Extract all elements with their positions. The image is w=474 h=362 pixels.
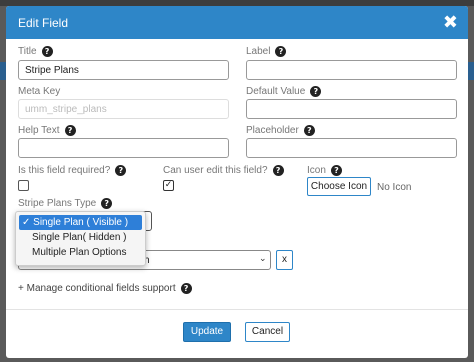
label-label-row: Label ?	[246, 46, 287, 57]
label-label: Label	[246, 46, 271, 57]
title-label: Title	[18, 46, 37, 57]
help-icon[interactable]: ?	[180, 283, 192, 294]
user-editable-label-row: Can user edit this field? ?	[163, 165, 284, 176]
required-label: Is this field required?	[18, 165, 111, 176]
manage-conditional-link[interactable]: + Manage conditional fields support ?	[18, 283, 192, 294]
help-icon[interactable]: ?	[41, 46, 53, 57]
placeholder-label-row: Placeholder ?	[246, 125, 315, 136]
edit-field-modal: Edit Field ✖ Title ? Stripe Plans Label …	[6, 6, 468, 358]
chevron-down-icon: ⌄	[259, 254, 267, 264]
help-icon[interactable]: ?	[275, 46, 287, 57]
modal-header: Edit Field ✖	[6, 6, 468, 39]
backdrop-right-edge	[468, 62, 474, 80]
modal-title: Edit Field	[18, 16, 69, 30]
meta-key-label-row: Meta Key	[18, 86, 60, 97]
close-icon[interactable]: ✖	[443, 12, 458, 33]
help-text-label: Help Text	[18, 125, 60, 136]
help-icon[interactable]: ?	[310, 86, 322, 97]
required-checkbox[interactable]	[18, 180, 29, 191]
meta-key-input: umm_stripe_plans	[18, 99, 229, 119]
manage-conditional-label[interactable]: + Manage conditional fields support	[18, 283, 176, 294]
user-editable-checkbox[interactable]: ✓	[163, 180, 174, 191]
default-value-input[interactable]	[246, 99, 457, 119]
help-icon[interactable]: ?	[272, 165, 284, 176]
update-button[interactable]: Update	[183, 322, 231, 342]
help-icon[interactable]: ?	[115, 165, 127, 176]
help-icon[interactable]: ?	[330, 165, 342, 176]
plans-type-label: Stripe Plans Type	[18, 198, 97, 209]
option-single-plan-visible[interactable]: ✓ Single Plan ( Visible )	[19, 215, 142, 230]
option-multiple-plan-options[interactable]: Multiple Plan Options	[19, 245, 142, 260]
user-editable-label: Can user edit this field?	[163, 165, 268, 176]
choose-icon-button[interactable]: Choose Icon	[307, 177, 371, 196]
remove-plan-button[interactable]: x	[276, 250, 293, 270]
help-text-label-row: Help Text ?	[18, 125, 76, 136]
placeholder-input[interactable]	[246, 138, 457, 158]
title-label-row: Title ?	[18, 46, 53, 57]
default-value-label-row: Default Value ?	[246, 86, 322, 97]
default-value-label: Default Value	[246, 86, 306, 97]
required-label-row: Is this field required? ?	[18, 165, 127, 176]
label-input[interactable]	[246, 60, 457, 80]
help-icon[interactable]: ?	[64, 125, 76, 136]
title-input[interactable]: Stripe Plans	[18, 60, 229, 80]
footer-divider	[6, 309, 468, 310]
plans-type-dropdown: ✓ Single Plan ( Visible ) Single Plan( H…	[15, 211, 146, 266]
option-single-plan-hidden[interactable]: Single Plan( Hidden )	[19, 230, 142, 245]
placeholder-label: Placeholder	[246, 125, 299, 136]
icon-label: Icon	[307, 165, 326, 176]
help-icon[interactable]: ?	[101, 198, 113, 209]
icon-label-row: Icon ?	[307, 165, 342, 176]
help-icon[interactable]: ?	[303, 125, 315, 136]
cancel-button[interactable]: Cancel	[245, 322, 290, 342]
meta-key-label: Meta Key	[18, 86, 61, 97]
help-text-input[interactable]	[18, 138, 229, 158]
no-icon-text: No Icon	[377, 182, 412, 193]
plans-type-label-row: Stripe Plans Type ?	[18, 198, 113, 209]
